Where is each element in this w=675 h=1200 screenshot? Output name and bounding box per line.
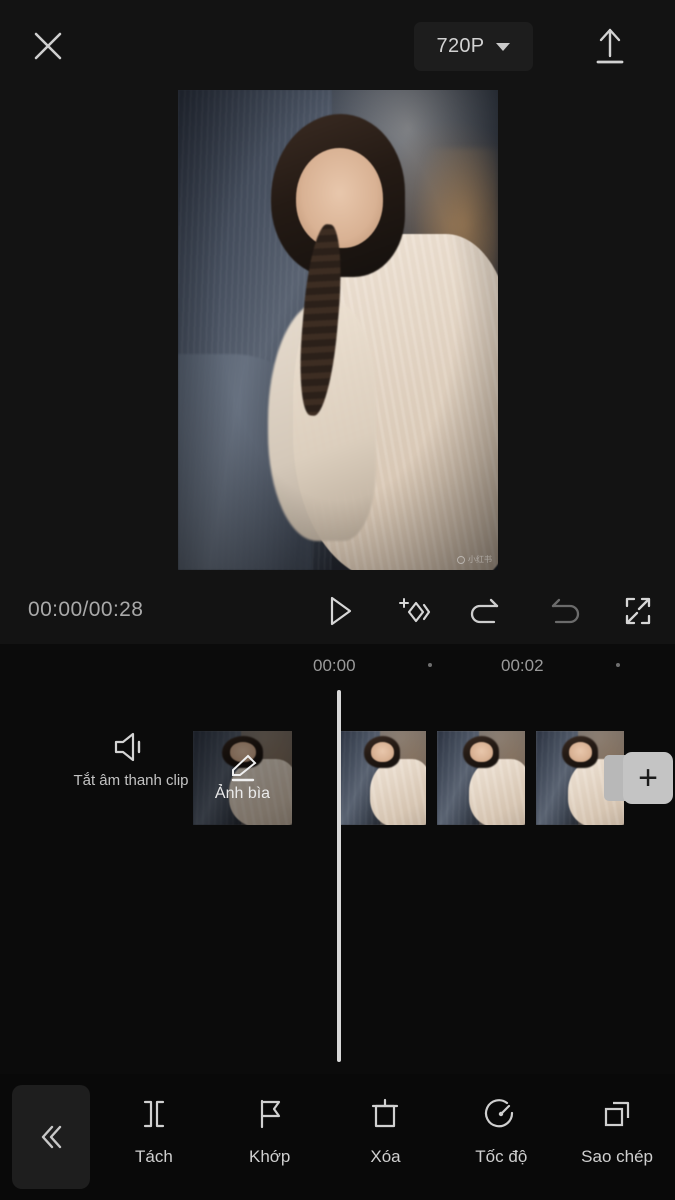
clip-thumb-face xyxy=(568,742,593,762)
beat-match-label: Khớp xyxy=(248,1147,291,1166)
cover-label: Ảnh bìa xyxy=(214,785,271,802)
ruler-tick-dot xyxy=(428,663,432,667)
ruler-tick-label: 00:02 xyxy=(501,656,544,675)
export-button[interactable] xyxy=(588,22,632,70)
video-editor-screen: 720P 小红书 00:00/00:28 00:00 00:02 Tắt âm … xyxy=(0,0,675,1200)
close-icon xyxy=(34,32,62,60)
split-label: Tách xyxy=(135,1147,173,1166)
split-button[interactable]: Tách xyxy=(96,1074,212,1167)
timeline-ruler[interactable]: 00:00 00:02 xyxy=(0,644,675,688)
top-bar: 720P xyxy=(0,0,675,90)
copy-button[interactable]: Sao chép xyxy=(559,1074,675,1167)
delete-label: Xóa xyxy=(370,1147,401,1166)
add-keyframe-icon xyxy=(399,598,431,623)
resolution-label: 720P xyxy=(436,35,485,57)
playback-bar: 00:00/00:28 xyxy=(0,578,675,644)
split-icon xyxy=(143,1100,164,1128)
clip-thumbnail[interactable] xyxy=(437,731,525,825)
watermark-logo-icon xyxy=(457,555,465,564)
copy-duplicate-icon xyxy=(604,1101,630,1127)
video-clip-strip[interactable] xyxy=(338,731,635,825)
timecode-label: 00:00/00:28 xyxy=(28,598,144,621)
ruler-tick-label: 00:00 xyxy=(313,656,356,675)
speed-label: Tốc độ xyxy=(475,1147,528,1166)
mute-clip-label: Tắt âm thanh clip xyxy=(73,772,189,789)
undo-button[interactable] xyxy=(466,590,508,632)
collapse-left-icon xyxy=(41,1125,62,1149)
collapse-toolbar-button[interactable] xyxy=(12,1085,90,1189)
watermark-text: 小红书 xyxy=(468,555,492,564)
close-button[interactable] xyxy=(24,22,72,70)
clip-thumbnail[interactable] xyxy=(338,731,426,825)
clip-thumb-dress xyxy=(369,759,426,825)
speed-gauge-icon xyxy=(485,1099,514,1128)
play-button[interactable] xyxy=(318,590,360,632)
timeline[interactable]: 00:00 00:02 Tắt âm thanh clip Ảnh bìa + xyxy=(0,644,675,1074)
redo-button[interactable] xyxy=(542,590,584,632)
speed-button[interactable]: Tốc độ xyxy=(443,1074,559,1167)
bottom-toolbar: Tách Khớp Xóa Tốc độ Sao chép xyxy=(0,1074,675,1200)
cover-thumbnail-button[interactable]: Ảnh bìa xyxy=(193,731,292,825)
delete-button[interactable]: Xóa xyxy=(328,1074,444,1167)
resolution-selector[interactable]: 720P xyxy=(414,22,533,71)
playhead[interactable] xyxy=(337,690,341,1062)
undo-icon xyxy=(470,598,499,624)
fullscreen-icon xyxy=(625,597,651,625)
preview-area: 小红书 xyxy=(0,90,675,580)
chevron-down-icon xyxy=(496,42,511,51)
add-clip-plus-label: + xyxy=(623,752,673,804)
fullscreen-button[interactable] xyxy=(617,590,659,632)
toolbar-actions: Tách Khớp Xóa Tốc độ Sao chép xyxy=(96,1074,675,1200)
cover-overlay: Ảnh bìa xyxy=(193,731,292,825)
ruler-tick-dot xyxy=(616,663,620,667)
video-preview[interactable]: 小红书 xyxy=(178,90,498,570)
upload-icon xyxy=(596,28,624,64)
beat-flag-icon xyxy=(260,1099,280,1129)
redo-icon xyxy=(551,598,580,624)
add-clip-button[interactable]: + xyxy=(604,752,673,804)
speaker-mute-icon xyxy=(114,732,141,762)
beat-match-button[interactable]: Khớp xyxy=(212,1074,328,1167)
clip-thumb-face xyxy=(370,742,395,762)
trash-delete-icon xyxy=(372,1098,399,1128)
copy-label: Sao chép xyxy=(581,1147,653,1166)
preview-watermark: 小红书 xyxy=(457,554,492,565)
clip-thumb-dress xyxy=(468,759,525,825)
mute-clip-button[interactable]: Tắt âm thanh clip xyxy=(63,730,199,826)
play-icon xyxy=(330,596,352,626)
add-keyframe-button[interactable] xyxy=(392,590,434,632)
pencil-edit-icon xyxy=(231,754,256,782)
clip-thumb-face xyxy=(469,742,494,762)
preview-vignette xyxy=(178,90,498,570)
